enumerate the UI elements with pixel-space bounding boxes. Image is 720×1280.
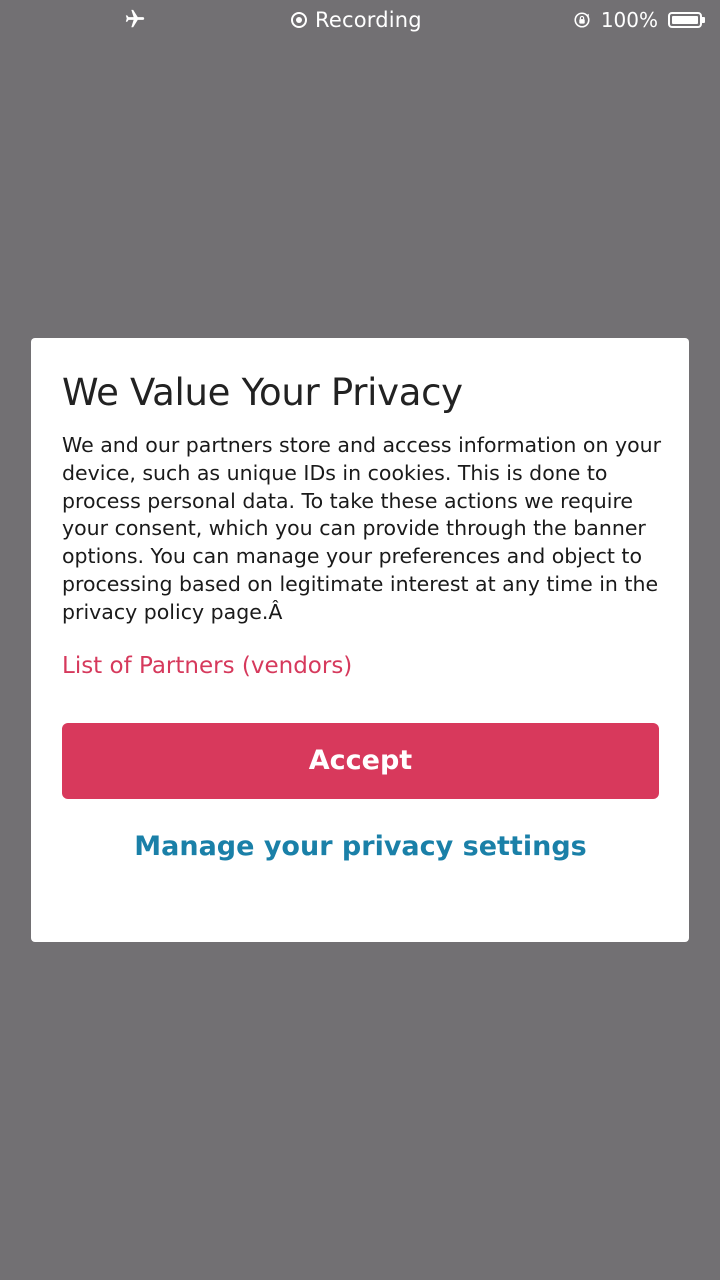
dialog-title: We Value Your Privacy [62,371,463,414]
manage-privacy-settings-button[interactable]: Manage your privacy settings [62,827,659,867]
status-bar: Recording 100% [0,0,720,40]
airplane-icon [125,9,145,28]
recording-label: Recording [315,8,422,32]
battery-icon [668,12,705,28]
recording-indicator: Recording [291,6,422,34]
status-right: 100% [573,6,706,34]
privacy-consent-dialog: We Value Your Privacy We and our partner… [31,338,689,942]
battery-percent: 100% [600,8,658,32]
record-icon [291,12,307,28]
dialog-body-text: We and our partners store and access inf… [62,433,662,624]
screen: Recording 100% We Value Your Privacy We … [0,0,720,1280]
rotation-lock-icon [574,12,590,28]
vendors-list-link[interactable]: List of Partners (vendors) [62,653,352,679]
accept-button[interactable]: Accept [62,722,659,799]
